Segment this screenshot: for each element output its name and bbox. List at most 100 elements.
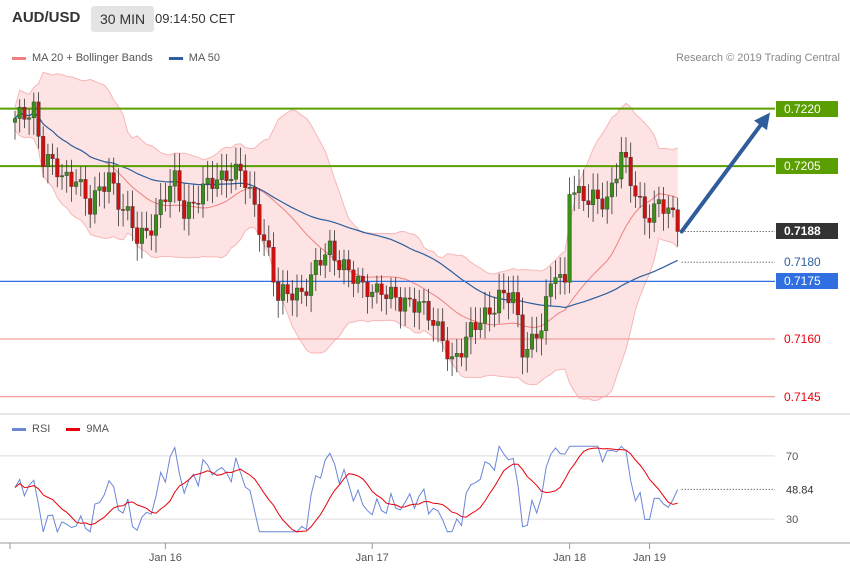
candle-body — [219, 170, 224, 180]
candle-body — [638, 196, 643, 198]
candle-body — [17, 107, 22, 119]
price-chart[interactable]: 70 30 48.84 Jan 16 Jan 17 Jan 18 Jan 19 — [0, 0, 850, 576]
candle-body — [656, 199, 661, 205]
candle-body — [487, 307, 492, 315]
candle-body — [370, 291, 375, 297]
candle-body — [153, 214, 158, 236]
candle-body — [440, 321, 445, 341]
candle-body — [633, 185, 638, 197]
rsi-last-value: 48.84 — [786, 484, 814, 496]
candle-body — [600, 198, 605, 210]
candle-body — [398, 297, 403, 312]
candle-body — [642, 196, 647, 219]
candle-body — [426, 301, 431, 321]
candle-body — [121, 209, 126, 211]
candle-body — [450, 356, 455, 360]
candle-body — [78, 179, 83, 183]
candle-body — [280, 284, 285, 301]
candle-body — [403, 297, 408, 312]
resistance-level-tag: 0.7220 — [776, 100, 838, 117]
candle-body — [64, 171, 69, 176]
candle-body — [581, 186, 586, 201]
candle-body — [88, 198, 93, 215]
candle-body — [27, 117, 32, 120]
resistance-level-tag: 0.7205 — [776, 158, 838, 175]
candle-body — [304, 291, 309, 296]
candle-body — [332, 240, 337, 261]
candle-body — [74, 181, 79, 187]
candle-body — [83, 179, 88, 199]
candle-body — [647, 217, 652, 223]
candle-body — [577, 186, 582, 193]
candle-body — [285, 284, 290, 295]
candle-body — [106, 172, 111, 192]
candle-body — [356, 276, 361, 284]
candle-body — [182, 200, 187, 219]
candle-body — [60, 175, 65, 178]
candle-body — [210, 177, 215, 189]
candle-body — [36, 101, 41, 137]
candle-body — [454, 353, 459, 357]
candle-body — [562, 274, 567, 283]
candle-body — [102, 186, 107, 192]
candle-body — [45, 154, 50, 167]
candle-body — [609, 182, 614, 198]
candle-body — [666, 207, 671, 214]
candle-body — [69, 171, 74, 187]
candle-body — [290, 293, 295, 301]
candle-body — [530, 333, 535, 350]
candle-body — [421, 301, 426, 303]
candle-body — [614, 178, 619, 184]
candle-body — [158, 199, 163, 216]
candle-body — [55, 158, 60, 178]
candle-body — [525, 349, 530, 358]
candle-body — [468, 322, 473, 338]
candle-body — [200, 183, 205, 205]
candle-body — [31, 101, 36, 119]
candle-body — [407, 297, 412, 300]
candle-body — [177, 170, 182, 201]
candle-body — [374, 283, 379, 293]
candle-body — [360, 276, 365, 283]
candle-body — [393, 286, 398, 298]
candle-body — [313, 259, 318, 275]
candle-body — [116, 183, 121, 210]
candle-body — [229, 179, 234, 181]
candle-body — [492, 312, 497, 315]
candle-body — [511, 292, 516, 304]
candle-body — [257, 204, 262, 235]
candle-body — [417, 301, 422, 313]
candle-body — [520, 314, 525, 358]
x-tick-label: Jan 16 — [149, 552, 182, 564]
candle-body — [247, 187, 252, 189]
candle-body — [295, 287, 300, 301]
candle-body — [412, 298, 417, 313]
candle-body — [168, 185, 173, 202]
candle-body — [191, 201, 196, 204]
candle-body — [172, 170, 177, 187]
candle-body — [205, 177, 210, 185]
candle-body — [271, 247, 276, 283]
candle-body — [558, 274, 563, 278]
x-tick-label: Jan 18 — [553, 552, 586, 564]
candle-body — [379, 283, 384, 295]
candle-body — [652, 203, 657, 223]
rsi-tick-label: 30 — [786, 514, 798, 526]
candle-body — [445, 340, 450, 360]
candle-body — [346, 259, 351, 271]
candle-body — [483, 307, 488, 324]
candle-body — [318, 259, 323, 266]
candle-body — [506, 292, 511, 304]
candle-body — [243, 170, 248, 188]
candle-body — [41, 136, 46, 167]
candle-body — [548, 283, 553, 297]
candle-body — [252, 187, 257, 205]
candle-body — [22, 107, 27, 120]
candle-body — [567, 194, 572, 283]
candle-body — [12, 118, 17, 123]
candle-body — [135, 227, 140, 244]
candle-body — [501, 289, 506, 294]
candle-body — [337, 260, 342, 271]
candle-body — [238, 163, 243, 171]
candle-body — [266, 240, 271, 248]
